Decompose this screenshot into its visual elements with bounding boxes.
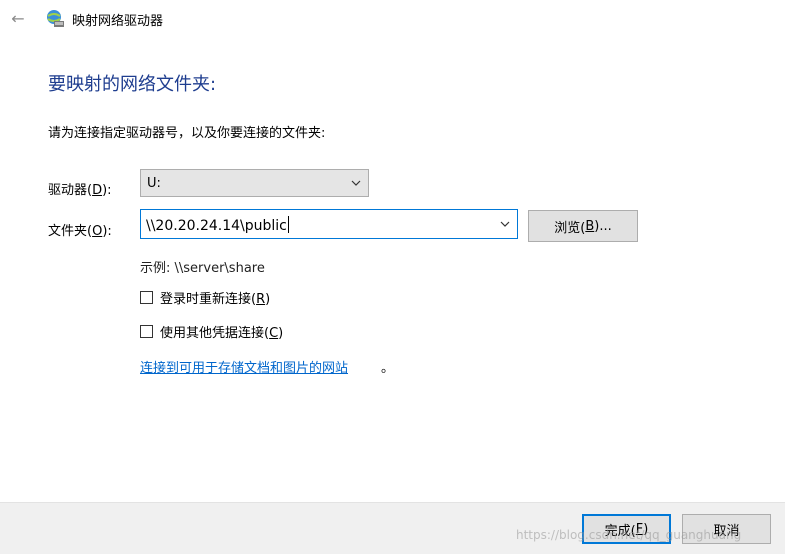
network-drive-icon xyxy=(47,10,64,27)
back-button[interactable]: ← xyxy=(6,7,30,29)
link-trailing-punctuation: 。 xyxy=(381,361,395,376)
title-bar: ← 映射网络驱动器 xyxy=(0,0,785,38)
drive-letter-value: U: xyxy=(147,176,161,191)
text-caret xyxy=(287,216,289,233)
window-title: 映射网络驱动器 xyxy=(72,14,164,29)
example-text: 示例: \\server\share xyxy=(140,261,265,276)
chevron-down-icon xyxy=(351,180,361,186)
folder-label: 文件夹(O): xyxy=(48,224,112,239)
browse-button[interactable]: 浏览(B)... xyxy=(528,210,638,242)
chevron-down-icon[interactable] xyxy=(499,218,511,230)
folder-path-input[interactable]: \\20.20.24.14\public xyxy=(140,209,518,239)
folder-path-value: \\20.20.24.14\public xyxy=(146,216,289,234)
page-heading: 要映射的网络文件夹: xyxy=(48,74,217,95)
back-arrow-icon: ← xyxy=(11,8,25,28)
storage-website-link[interactable]: 连接到可用于存储文档和图片的网站 xyxy=(140,357,348,376)
drive-letter-dropdown[interactable]: U: xyxy=(140,169,369,197)
other-credentials-label: 使用其他凭据连接(C) xyxy=(160,325,284,341)
reconnect-checkbox[interactable] xyxy=(140,290,153,304)
instruction-text: 请为连接指定驱动器号，以及你要连接的文件夹: xyxy=(48,126,326,141)
drive-label: 驱动器(D): xyxy=(48,183,112,198)
reconnect-at-signin-option[interactable]: 登录时重新连接(R) xyxy=(140,288,271,307)
watermark: https://blog.csdn.net/qq_guanghuang xyxy=(516,528,742,542)
other-credentials-option[interactable]: 使用其他凭据连接(C) xyxy=(140,322,284,341)
other-credentials-checkbox[interactable] xyxy=(140,324,153,338)
reconnect-label: 登录时重新连接(R) xyxy=(160,291,271,307)
